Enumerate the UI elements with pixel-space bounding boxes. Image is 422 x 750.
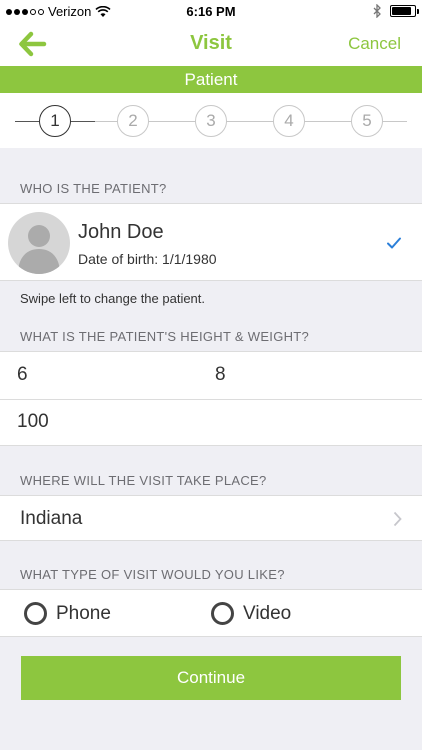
location-selector[interactable]: Indiana bbox=[0, 495, 422, 541]
radio-video[interactable]: Video bbox=[211, 602, 291, 625]
weight-field[interactable] bbox=[17, 411, 397, 433]
continue-button[interactable]: Continue bbox=[21, 656, 401, 700]
radio-phone-label: Phone bbox=[56, 602, 111, 624]
height-weight-box bbox=[0, 351, 422, 446]
patient-section-header: WHO IS THE PATIENT? bbox=[20, 181, 167, 196]
step-1[interactable]: 1 bbox=[39, 105, 71, 137]
navigation-bar: Visit Cancel bbox=[0, 22, 422, 66]
patient-name: John Doe bbox=[78, 221, 164, 243]
status-time: 6:16 PM bbox=[186, 4, 236, 19]
radio-circle-icon bbox=[24, 602, 47, 625]
height-feet-field[interactable] bbox=[17, 364, 197, 386]
section-title-bar: Patient bbox=[0, 66, 422, 93]
patient-card[interactable]: John Doe Date of birth: 1/1/1980 bbox=[0, 203, 422, 281]
location-header: WHERE WILL THE VISIT TAKE PLACE? bbox=[20, 473, 267, 488]
radio-circle-icon bbox=[211, 602, 234, 625]
radio-phone[interactable]: Phone bbox=[24, 602, 111, 625]
status-bar: Verizon 6:16 PM bbox=[0, 0, 422, 22]
avatar bbox=[8, 212, 70, 274]
height-inches-field[interactable] bbox=[215, 364, 395, 386]
step-5[interactable]: 5 bbox=[351, 105, 383, 137]
location-value: Indiana bbox=[20, 508, 83, 529]
step-4[interactable]: 4 bbox=[273, 105, 305, 137]
visit-type-options: Phone Video bbox=[0, 589, 422, 637]
bluetooth-icon bbox=[373, 4, 381, 18]
patient-dob: Date of birth: 1/1/1980 bbox=[78, 251, 217, 267]
step-3[interactable]: 3 bbox=[195, 105, 227, 137]
battery-icon bbox=[390, 5, 419, 17]
height-weight-header: WHAT IS THE PATIENT'S HEIGHT & WEIGHT? bbox=[20, 329, 310, 344]
cancel-button[interactable]: Cancel bbox=[348, 34, 401, 54]
status-right bbox=[373, 4, 419, 18]
person-icon bbox=[18, 225, 60, 274]
chevron-right-icon bbox=[393, 511, 402, 527]
step-2[interactable]: 2 bbox=[117, 105, 149, 137]
visit-type-header: WHAT TYPE OF VISIT WOULD YOU LIKE? bbox=[20, 567, 285, 582]
divider bbox=[0, 399, 422, 400]
progress-stepper: 1 2 3 4 5 bbox=[0, 93, 422, 148]
checkmark-icon bbox=[387, 237, 401, 249]
radio-video-label: Video bbox=[243, 602, 292, 624]
swipe-hint: Swipe left to change the patient. bbox=[20, 291, 206, 306]
